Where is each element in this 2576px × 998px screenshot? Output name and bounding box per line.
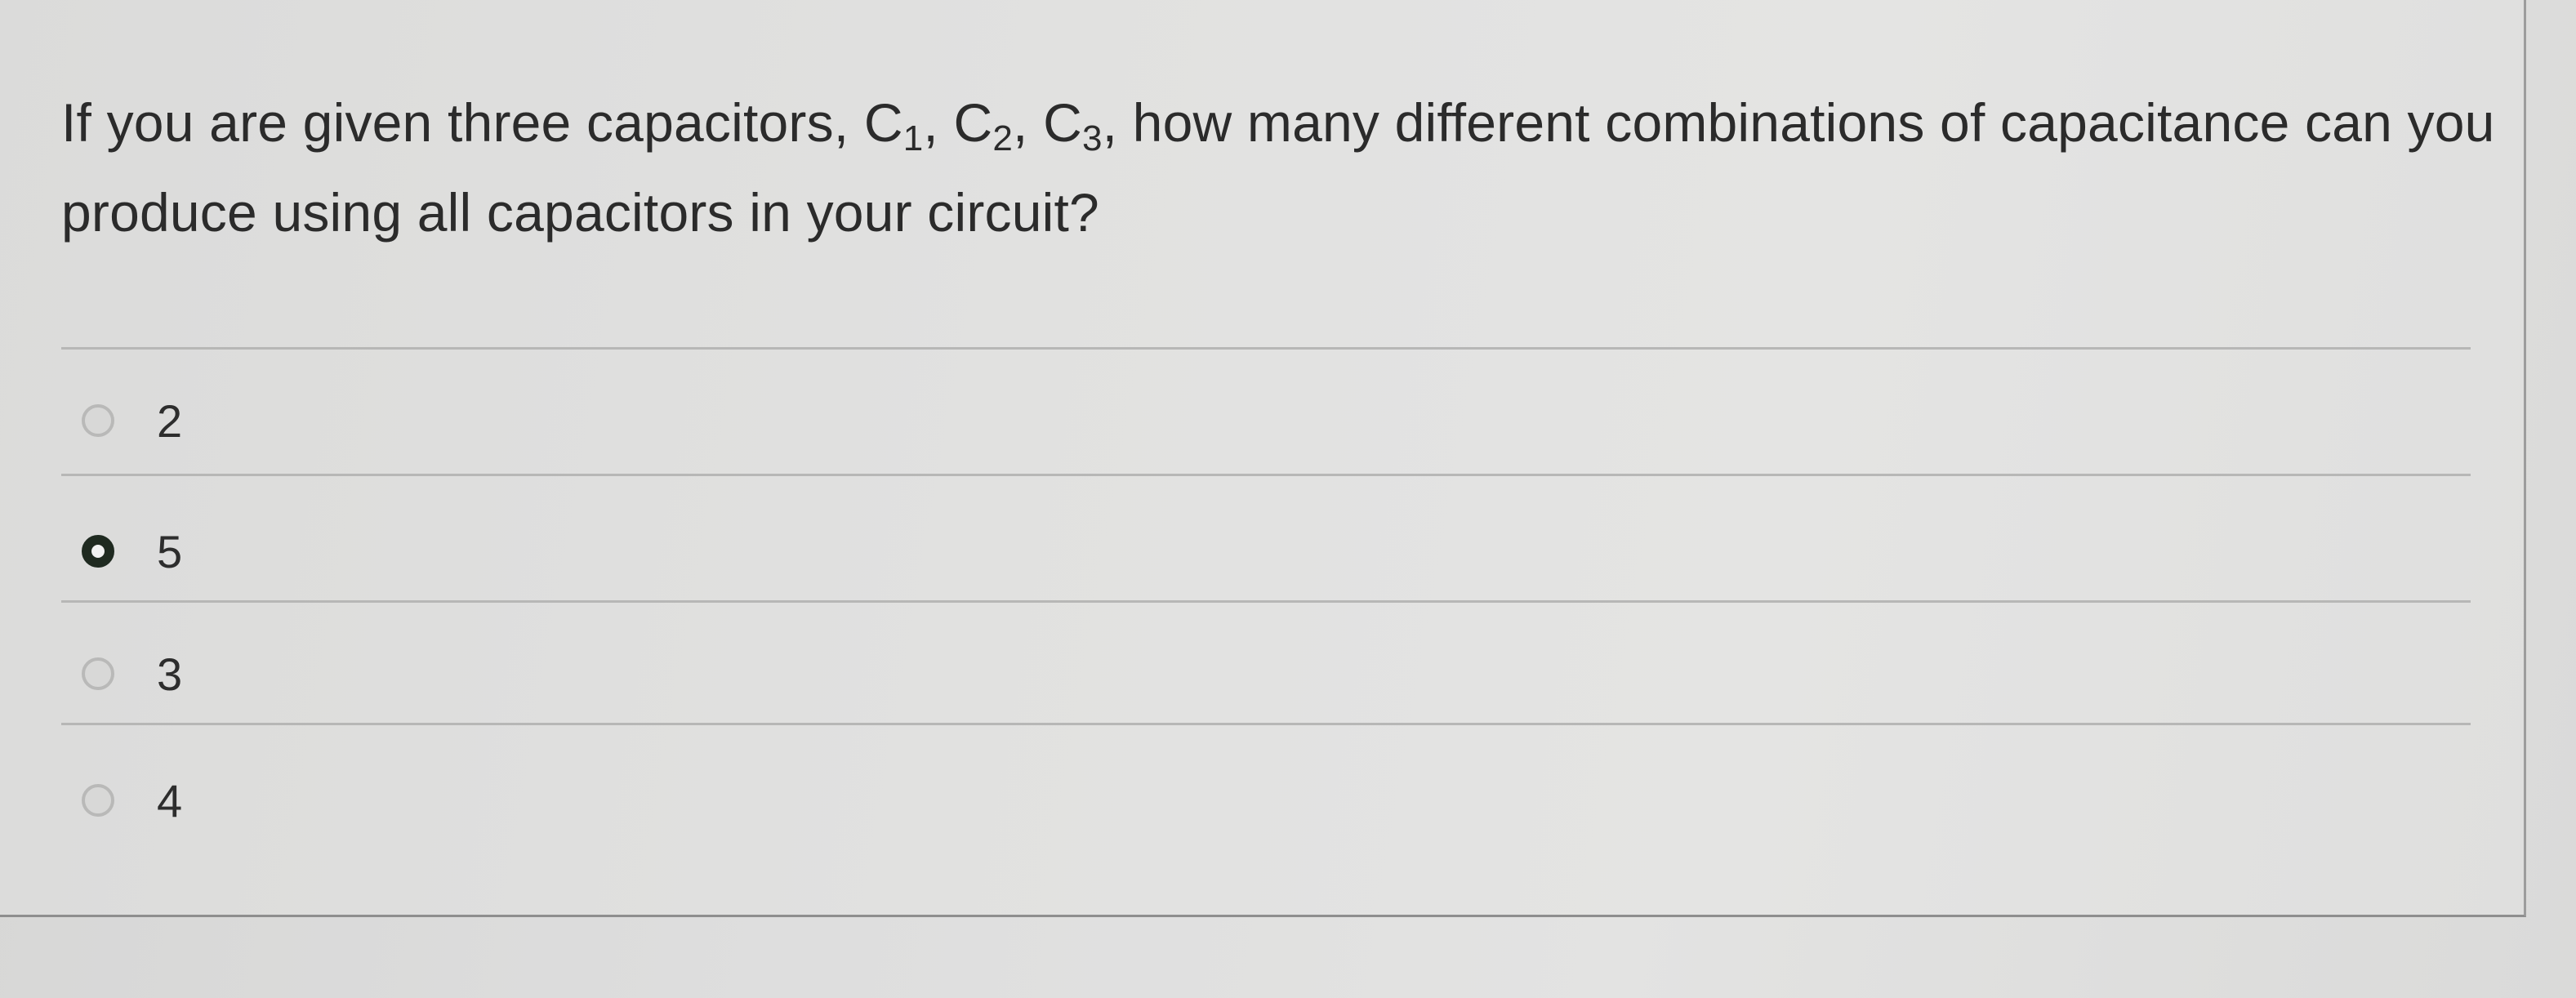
answer-option-label-4: 4: [157, 774, 183, 826]
answer-option-label-1: 2: [157, 394, 183, 447]
answer-option-4[interactable]: 4: [82, 768, 182, 833]
answer-option-label-3: 3: [157, 648, 183, 700]
question-text-part-1: If you are given three capacitors, C: [61, 92, 903, 153]
subscript-3: 3: [1081, 118, 1103, 158]
question-text: If you are given three capacitors, C1, C…: [61, 78, 2495, 257]
answer-option-label-2: 5: [157, 525, 183, 577]
divider: [61, 723, 2471, 725]
answer-option-3[interactable]: 3: [82, 641, 182, 706]
radio-button-3[interactable]: [82, 657, 114, 690]
answer-option-2[interactable]: 5: [82, 519, 182, 584]
question-text-part-3: , C: [1013, 92, 1082, 153]
divider: [61, 600, 2471, 603]
radio-button-2-selected[interactable]: [82, 535, 114, 568]
divider: [61, 347, 2471, 350]
screenshot-page: If you are given three capacitors, C1, C…: [0, 0, 2576, 998]
radio-button-1[interactable]: [82, 404, 114, 437]
divider: [61, 474, 2471, 476]
answer-option-1[interactable]: 2: [82, 388, 182, 453]
subscript-1: 1: [902, 118, 924, 158]
question-text-part-2: , C: [923, 92, 993, 153]
radio-button-4[interactable]: [82, 784, 114, 817]
subscript-2: 2: [992, 118, 1013, 158]
